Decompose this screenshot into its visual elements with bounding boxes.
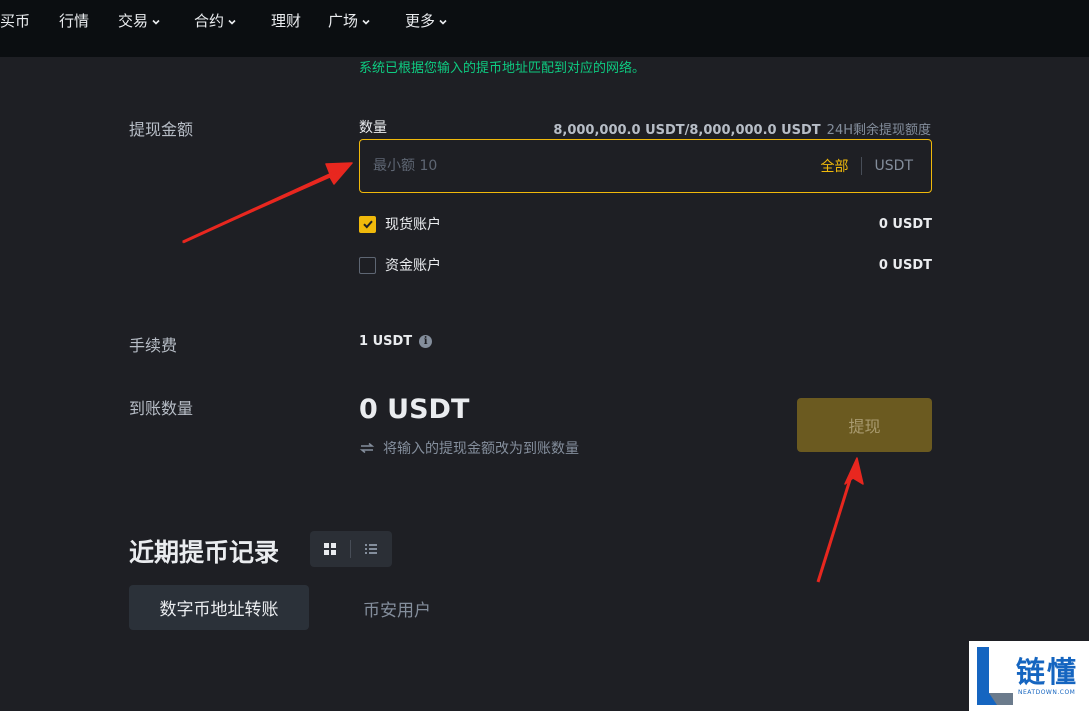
watermark-subtext: NEATDOWN.COM bbox=[1018, 689, 1076, 696]
tab-binance-user[interactable]: 币安用户 bbox=[363, 596, 431, 621]
swap-amount-toggle[interactable]: 将输入的提现金额改为到账数量 bbox=[359, 438, 579, 458]
watermark-text: 链懂 bbox=[1016, 655, 1079, 689]
amount-unit: USDT bbox=[874, 158, 913, 174]
tab-crypto-address-transfer[interactable]: 数字币地址转账 bbox=[129, 585, 309, 630]
top-navbar: 买币 行情 交易 合约 理财 广场 更多 bbox=[0, 0, 1089, 57]
max-amount-button[interactable]: 全部 bbox=[821, 156, 861, 176]
fee-value-row: 1 USDT i bbox=[359, 334, 433, 349]
fee-label: 手续费 bbox=[129, 336, 178, 355]
list-view-button[interactable] bbox=[351, 531, 391, 567]
nav-item-futures[interactable]: 合约 bbox=[194, 0, 237, 43]
chevron-down-icon bbox=[439, 19, 447, 25]
network-match-notice: 系统已根据您输入的提币地址匹配到对应的网络。 bbox=[359, 61, 646, 76]
account-name: 资金账户 bbox=[385, 258, 441, 274]
nav-item-square[interactable]: 广场 bbox=[328, 0, 371, 43]
watermark: 链懂 NEATDOWN.COM bbox=[969, 641, 1089, 711]
withdraw-limit-desc: 24H剩余提现额度 bbox=[826, 123, 931, 138]
nav-item-label: 更多 bbox=[405, 12, 436, 30]
nav-item-label: 买币 bbox=[0, 12, 31, 30]
account-row-spot[interactable]: 现货账户 0 USDT bbox=[359, 214, 932, 234]
check-icon bbox=[362, 220, 373, 229]
nav-item-label: 广场 bbox=[328, 12, 359, 30]
account-balance: 0 USDT bbox=[878, 216, 932, 232]
withdraw-limit-amount: 8,000,000.0 USDT/8,000,000.0 USDT bbox=[553, 123, 821, 138]
chevron-down-icon bbox=[152, 19, 160, 25]
nav-item-trade[interactable]: 交易 bbox=[118, 0, 161, 43]
recent-withdrawals-title: 近期提币记录 bbox=[129, 538, 280, 567]
grid-view-button[interactable] bbox=[310, 531, 350, 567]
nav-item-more[interactable]: 更多 bbox=[405, 0, 448, 43]
nav-item-buy-crypto[interactable]: 买币 bbox=[0, 0, 30, 43]
swap-icon bbox=[359, 442, 375, 454]
list-view-icon bbox=[365, 544, 377, 554]
spot-account-checkbox[interactable] bbox=[359, 215, 376, 233]
fee-value: 1 USDT bbox=[359, 334, 413, 349]
watermark-logo bbox=[977, 647, 1013, 705]
quantity-label: 数量 bbox=[359, 120, 387, 136]
account-balance: 0 USDT bbox=[878, 257, 932, 273]
receive-amount-value: 0 USDT bbox=[359, 394, 470, 425]
account-name: 现货账户 bbox=[385, 217, 441, 233]
nav-item-label: 行情 bbox=[59, 12, 90, 30]
info-icon[interactable]: i bbox=[419, 335, 433, 348]
receive-amount-label: 到账数量 bbox=[129, 399, 194, 418]
withdraw-button[interactable]: 提现 bbox=[797, 398, 932, 452]
withdraw-amount-label: 提现金额 bbox=[129, 120, 194, 139]
chevron-down-icon bbox=[362, 19, 370, 25]
nav-item-label: 交易 bbox=[118, 12, 149, 30]
withdraw-limit: 8,000,000.0 USDT/8,000,000.0 USDT 24H剩余提现… bbox=[553, 119, 931, 138]
nav-item-label: 理财 bbox=[271, 12, 302, 30]
view-mode-toggle bbox=[310, 531, 392, 567]
amount-input-box: 全部 USDT bbox=[359, 139, 932, 193]
withdraw-page: 买币 行情 交易 合约 理财 广场 更多 系统已根据您输入的提币地址匹配到对应的… bbox=[0, 0, 1089, 711]
amount-input[interactable] bbox=[360, 140, 821, 192]
account-row-funding[interactable]: 资金账户 0 USDT bbox=[359, 255, 932, 275]
nav-item-markets[interactable]: 行情 bbox=[59, 0, 89, 43]
grid-view-icon bbox=[324, 543, 336, 555]
nav-item-label: 合约 bbox=[194, 12, 225, 30]
swap-text: 将输入的提现金额改为到账数量 bbox=[383, 441, 579, 457]
annotation-arrow bbox=[816, 457, 864, 583]
chevron-down-icon bbox=[228, 19, 236, 25]
annotation-arrow bbox=[182, 162, 353, 244]
nav-item-earn[interactable]: 理财 bbox=[271, 0, 301, 43]
funding-account-checkbox[interactable] bbox=[359, 256, 376, 274]
